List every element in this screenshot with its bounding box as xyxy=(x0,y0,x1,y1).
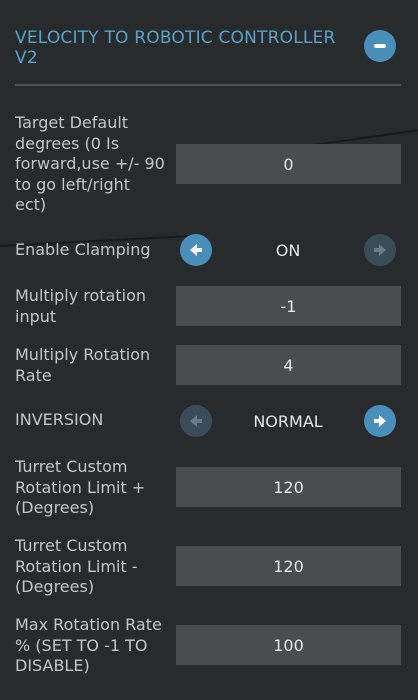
inversion-next-button[interactable] xyxy=(364,405,396,437)
clamping-value: ON xyxy=(275,240,301,260)
collapse-button[interactable] xyxy=(364,30,396,62)
target-default-input[interactable]: 0 xyxy=(176,144,401,184)
header-divider xyxy=(15,84,401,86)
arrow-right-icon xyxy=(374,415,386,427)
inversion-value: NORMAL xyxy=(253,411,323,431)
limit-minus-field[interactable]: 120 xyxy=(176,546,401,586)
enable-clamping-label: Enable Clamping xyxy=(15,240,151,259)
inversion-prev-button[interactable] xyxy=(180,405,212,437)
limit-minus-label: Turret Custom Rotation Limit - (Degrees) xyxy=(15,536,138,596)
limit-plus-field[interactable]: 120 xyxy=(176,467,401,507)
limit-plus-label: Turret Custom Rotation Limit + (Degrees) xyxy=(15,457,146,517)
multiply-rate-label: Multiply Rotation Rate xyxy=(15,345,151,385)
multiply-rate-field[interactable]: 4 xyxy=(176,345,401,385)
panel-title: VELOCITY TO ROBOTIC CONTROLLER V2 xyxy=(15,28,336,68)
max-rate-field[interactable]: 100 xyxy=(176,625,401,665)
settings-panel: VELOCITY TO ROBOTIC CONTROLLER V2 Target… xyxy=(0,0,418,700)
multiply-input-field[interactable]: -1 xyxy=(176,286,401,326)
clamping-next-button[interactable] xyxy=(364,234,396,266)
clamping-prev-button[interactable] xyxy=(180,234,212,266)
arrow-right-icon xyxy=(374,244,386,256)
arrow-left-icon xyxy=(190,244,202,256)
minus-icon xyxy=(374,44,386,48)
arrow-left-icon xyxy=(190,415,202,427)
max-rate-label: Max Rotation Rate % (SET TO -1 TO DISABL… xyxy=(15,615,162,675)
target-default-label: Target Default degrees (0 Is forward,use… xyxy=(15,113,165,214)
inversion-label: INVERSION xyxy=(15,410,104,429)
multiply-input-label: Multiply rotation input xyxy=(15,286,147,326)
